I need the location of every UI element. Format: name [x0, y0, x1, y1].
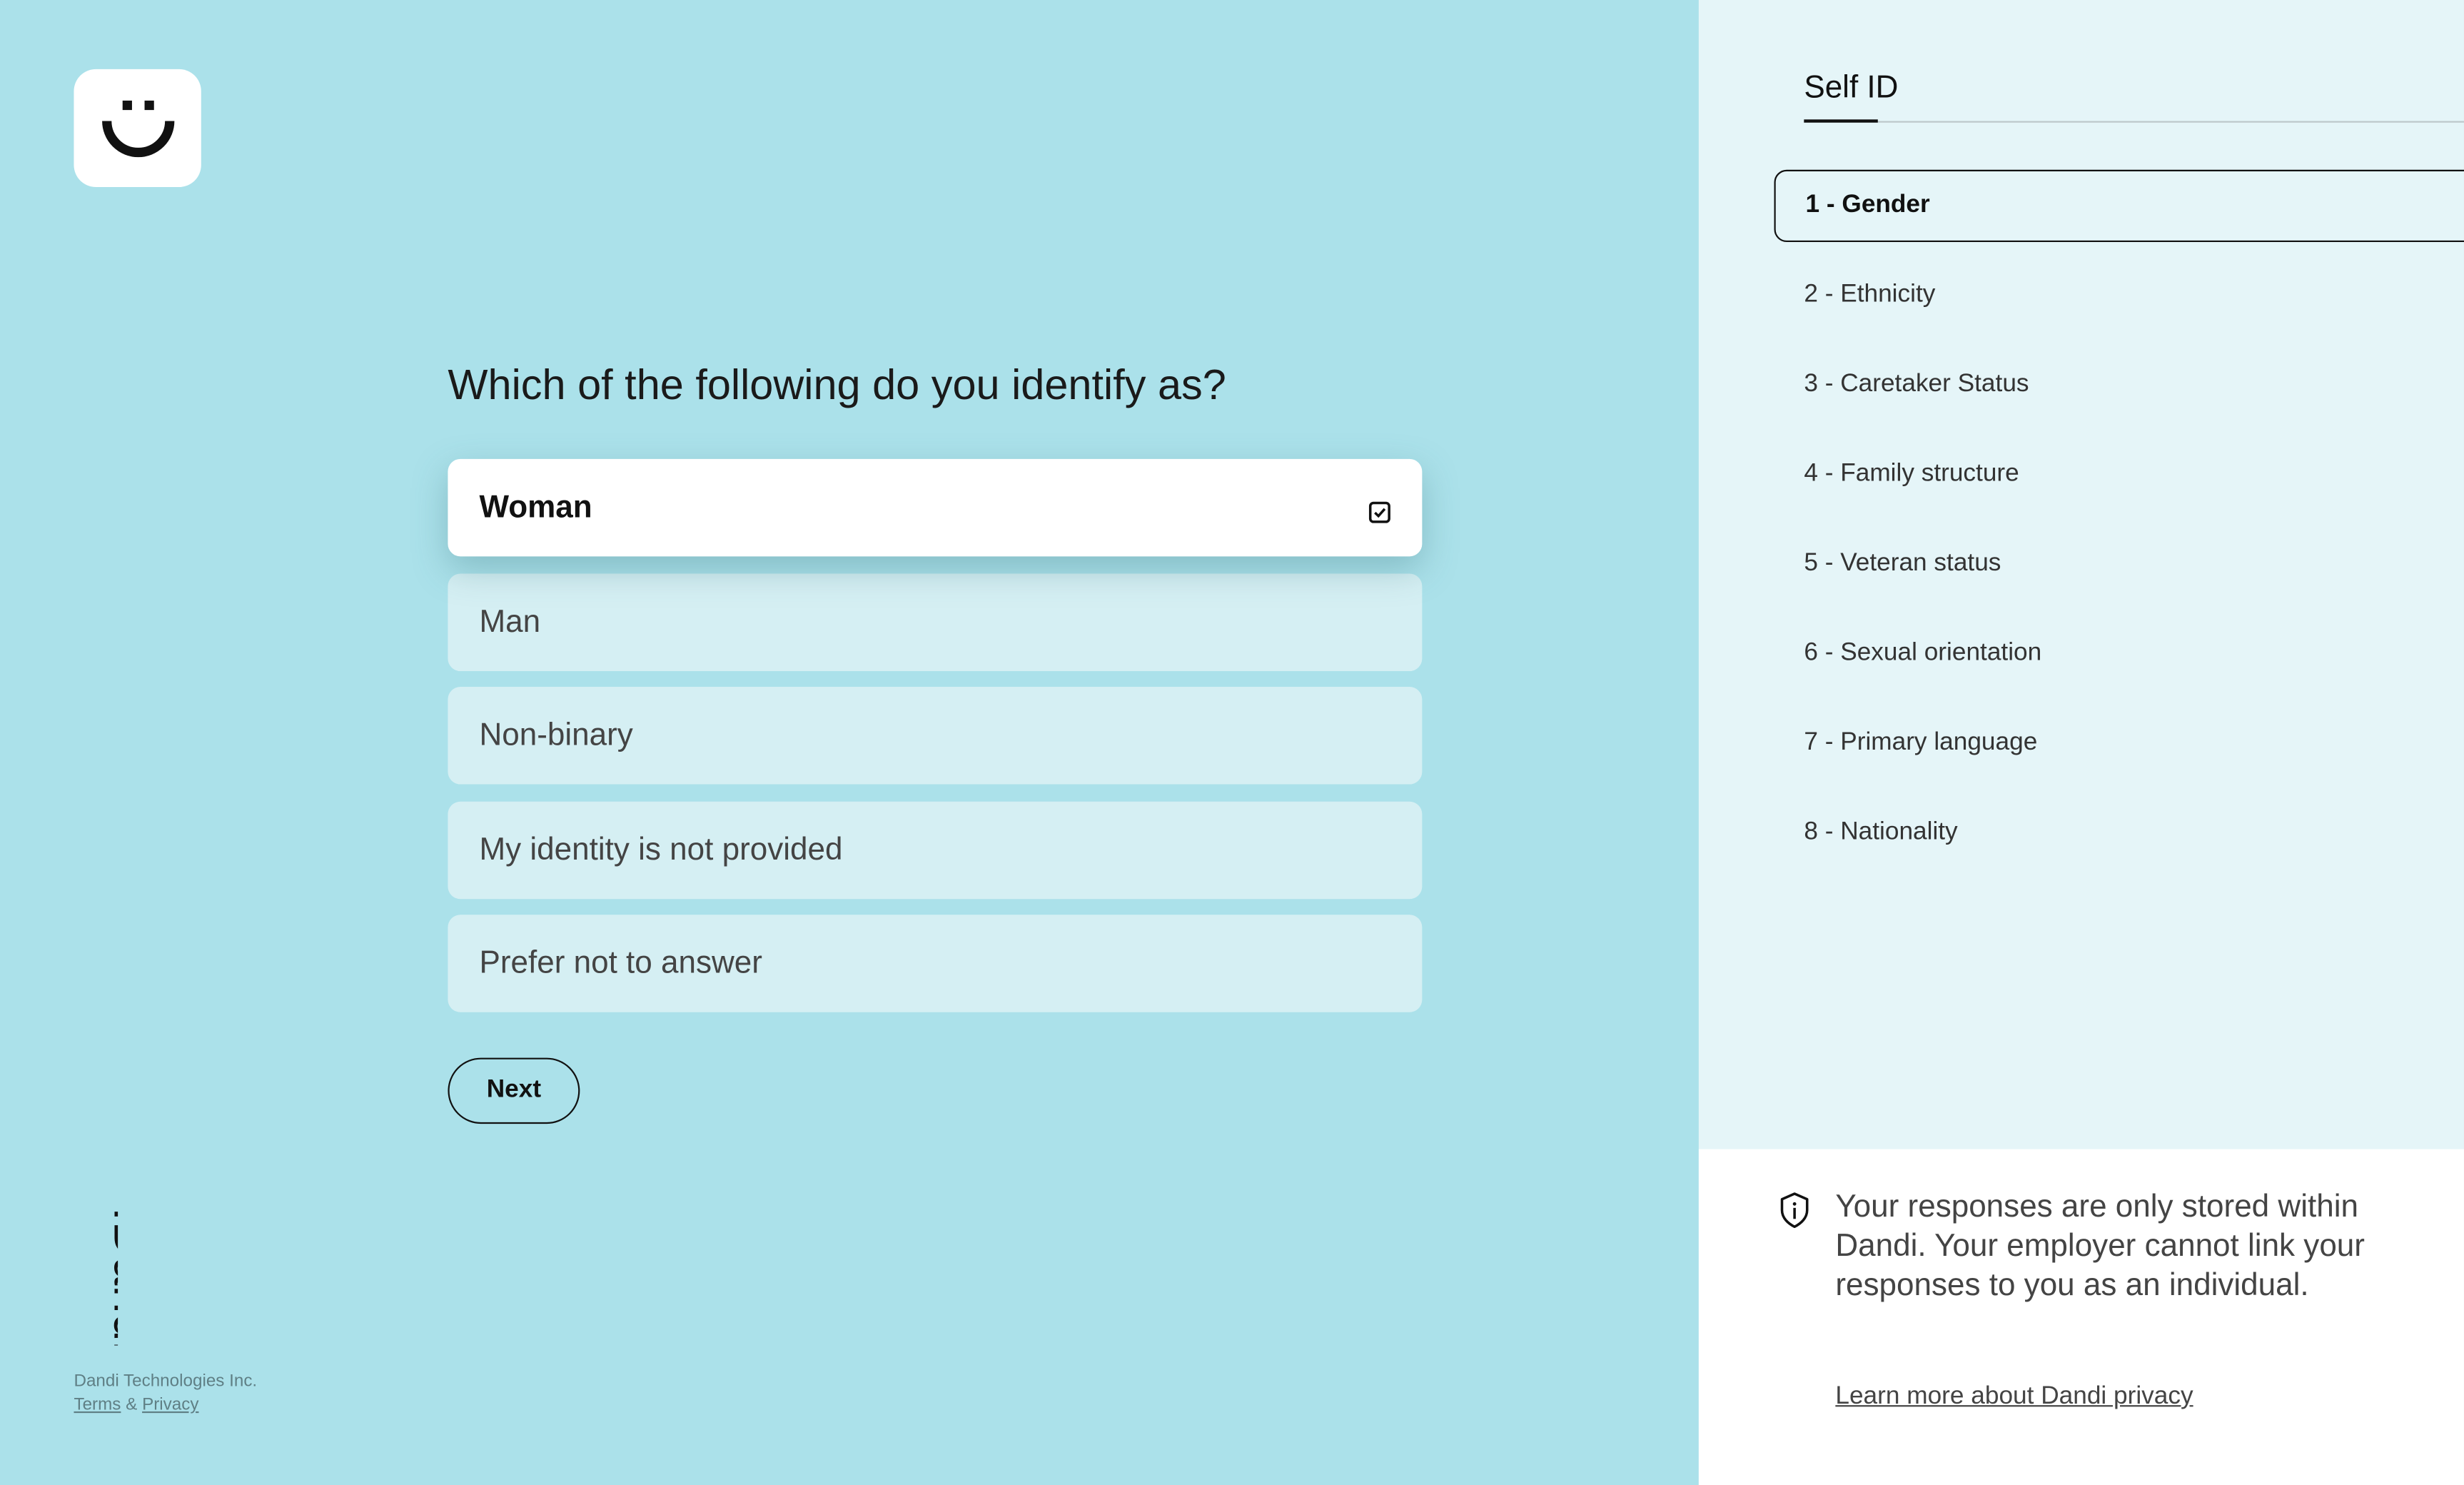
tab-divider [1804, 121, 2464, 123]
footer: Dandi Technologies Inc. Terms & Privacy [74, 1371, 257, 1418]
terms-link[interactable]: Terms [74, 1396, 121, 1414]
step-label: 7 - Primary language [1804, 729, 2038, 756]
step-sexual-orientation[interactable]: 6 - Sexual orientation [1774, 618, 2464, 690]
option-label: Prefer not to answer [479, 945, 762, 980]
step-ethnicity[interactable]: 2 - Ethnicity [1774, 259, 2464, 331]
privacy-link[interactable]: Privacy [142, 1396, 198, 1414]
dandi-wordmark-logo: :Dandi [74, 1207, 161, 1354]
step-label: 5 - Veteran status [1804, 550, 2001, 577]
option-label: Man [479, 604, 541, 639]
learn-more-privacy-link[interactable]: Learn more about Dandi privacy [1835, 1383, 2193, 1411]
question-title: Which of the following do you identify a… [448, 361, 1226, 409]
option-label: Woman [479, 489, 592, 525]
tab-self-id[interactable]: Self ID [1804, 71, 1898, 107]
smiley-logo-icon [74, 69, 201, 187]
option-non-binary[interactable]: Non-binary [448, 687, 1423, 785]
step-family-structure[interactable]: 4 - Family structure [1774, 438, 2464, 510]
option-prefer-not[interactable]: Prefer not to answer [448, 915, 1423, 1012]
step-gender[interactable]: 1 - Gender [1774, 169, 2464, 243]
option-woman[interactable]: Woman [448, 458, 1423, 557]
step-label: 3 - Caretaker Status [1804, 371, 2029, 398]
shield-info-icon [1779, 1192, 1810, 1237]
company-name: Dandi Technologies Inc. [74, 1371, 258, 1391]
tab-active-indicator [1804, 119, 1878, 123]
step-primary-language[interactable]: 7 - Primary language [1774, 708, 2464, 780]
option-man[interactable]: Man [448, 573, 1423, 672]
step-label: 1 - Gender [1805, 191, 1930, 219]
left-panel: Which of the following do you identify a… [0, 0, 1699, 1485]
option-not-provided[interactable]: My identity is not provided [448, 801, 1423, 900]
option-label: My identity is not provided [479, 832, 843, 867]
amp: & [126, 1395, 138, 1415]
next-button[interactable]: Next [448, 1057, 580, 1124]
checkbox-checked-icon [1368, 497, 1391, 533]
step-label: 2 - Ethnicity [1804, 281, 1936, 308]
svg-text::Dandi: :Dandi [104, 1207, 118, 1346]
step-nationality[interactable]: 8 - Nationality [1774, 797, 2464, 869]
step-label: 8 - Nationality [1804, 818, 1958, 846]
step-caretaker-status[interactable]: 3 - Caretaker Status [1774, 349, 2464, 421]
privacy-notice-text: Your responses are only stored within Da… [1835, 1189, 2365, 1304]
option-label: Non-binary [479, 717, 633, 752]
step-label: 6 - Sexual orientation [1804, 640, 2042, 667]
step-veteran-status[interactable]: 5 - Veteran status [1774, 528, 2464, 600]
step-label: 4 - Family structure [1804, 460, 2019, 488]
